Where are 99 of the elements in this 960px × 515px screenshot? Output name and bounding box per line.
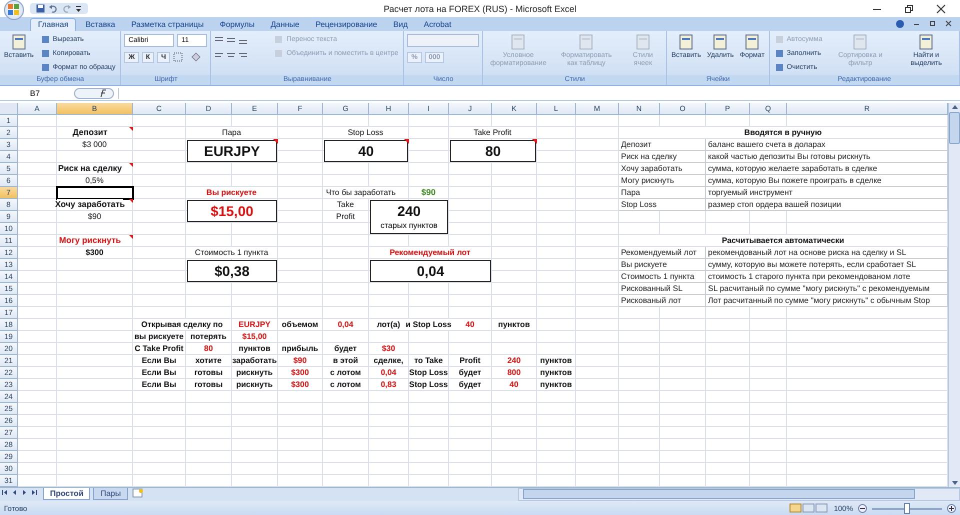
- summary-cell: 240: [507, 354, 521, 366]
- square-icon: [40, 49, 50, 58]
- table-cell: Стоимость 1 пункта: [619, 270, 706, 283]
- summary-cell: Открывая сделку по: [141, 318, 223, 330]
- document-icon: [510, 34, 526, 50]
- table-cell: Хочу заработать: [619, 162, 706, 175]
- ribbon-tab[interactable]: Данные: [264, 18, 306, 31]
- document-icon: [634, 34, 651, 50]
- ribbon-tab[interactable]: Вставка: [78, 18, 122, 31]
- ribbon-tab[interactable]: Формулы: [212, 18, 262, 31]
- table-cell: какой частью депозиты Вы готовы рискнуть: [706, 150, 948, 163]
- document-icon: [744, 34, 760, 50]
- table-cell: Лот расчитанный по сумме "могу рискнуть" с обычным Stop: [706, 294, 948, 307]
- document-icon: [712, 34, 728, 50]
- sheet-tab[interactable]: Пары: [93, 488, 128, 500]
- cell-label: Хочу заработать: [57, 198, 123, 210]
- table-cell: Могу рискнуть: [619, 174, 706, 187]
- table-cell: сумму, которую вы можете потерять, если сработает SL: [706, 258, 948, 271]
- summary-cell: $90: [293, 354, 307, 366]
- help-icon[interactable]: [896, 20, 904, 28]
- close-icon[interactable]: [936, 4, 946, 14]
- sheet-tab[interactable]: Простой: [43, 488, 90, 500]
- summary-cell: EURJPY: [238, 318, 270, 330]
- value-box[interactable]: 0,04: [370, 260, 491, 282]
- ribbon-tab[interactable]: Разметка страницы: [124, 18, 211, 31]
- table-cell: стоимость 1 старого пункта при рекомендованом лоте: [706, 270, 948, 283]
- value-box[interactable]: $0,38: [187, 260, 277, 282]
- value-box[interactable]: 40: [324, 140, 408, 162]
- square-icon: [774, 49, 784, 58]
- undo-icon[interactable]: [49, 4, 58, 13]
- slider-thumb[interactable]: [904, 502, 910, 514]
- summary-cell: заработать: [232, 354, 277, 366]
- table-cell: Рискованый лот: [619, 294, 706, 307]
- document-icon: [678, 34, 694, 50]
- summary-cell: $300: [291, 378, 309, 390]
- value-box[interactable]: $15,00: [187, 200, 277, 222]
- square-icon: [774, 63, 784, 72]
- value-box[interactable]: 240 старых пунктов: [370, 200, 448, 234]
- table-cell: сумма, которую Вы пожете проиграть в сделке: [706, 174, 948, 187]
- table-cell: Пара: [619, 186, 706, 199]
- scroll-thumb[interactable]: [949, 112, 960, 144]
- office-button[interactable]: [4, 0, 24, 20]
- square-icon: [774, 35, 784, 44]
- name-box[interactable]: B7: [0, 88, 70, 98]
- table-cell: сумма, которую желаете заработать в сделке: [706, 162, 948, 175]
- ribbon-tab[interactable]: Acrobat: [416, 18, 458, 31]
- new-sheet-icon[interactable]: [130, 488, 145, 498]
- ribbon-tab[interactable]: Главная: [30, 18, 76, 31]
- table-cell: Риск на сделку: [619, 150, 706, 163]
- view-buttons-icon[interactable]: [788, 503, 829, 514]
- document-icon: [852, 34, 868, 50]
- box-value: 240: [397, 203, 421, 220]
- table-cell: Депозит: [619, 138, 706, 151]
- close-icon[interactable]: [945, 20, 952, 28]
- table-cell: Рекомендуемый лот: [619, 246, 706, 259]
- vertical-scrollbar[interactable]: [948, 102, 960, 487]
- function-icon[interactable]: [74, 88, 114, 99]
- table-cell: баланс вашего счета в доларах: [706, 138, 948, 151]
- summary-cell: $300: [291, 366, 309, 378]
- horizontal-scrollbar[interactable]: [518, 488, 960, 501]
- summary-cell: Stop Loss: [409, 378, 448, 390]
- ribbon-tab[interactable]: Рецензирование: [308, 18, 384, 31]
- number-format-field[interactable]: [407, 34, 480, 47]
- scroll-thumb[interactable]: [523, 489, 915, 500]
- table-cell: Рискованный SL: [619, 282, 706, 295]
- summary-cell: 80: [204, 342, 213, 354]
- summary-cell: $15,00: [242, 330, 267, 342]
- summary-cell: будет: [334, 342, 357, 354]
- cell-label: Риск на сделку: [57, 162, 123, 174]
- zoom-out-icon[interactable]: [858, 504, 867, 513]
- customize-icon[interactable]: [75, 4, 82, 13]
- save-icon[interactable]: [36, 4, 45, 13]
- window-title: Расчет лота на FOREX (RUS) - Microsoft Excel: [382, 4, 578, 14]
- ribbon-tab[interactable]: Вид: [386, 18, 415, 31]
- zoom-in-icon[interactable]: [947, 504, 956, 513]
- table-cell: размер стоп ордера вашей позиции: [706, 198, 948, 211]
- square-icon: [40, 35, 50, 44]
- sheet-navigation-icon[interactable]: [0, 488, 40, 497]
- table-cell: SL расчитаный по сумме "могу рискнуть" с рекомендуемым: [706, 282, 948, 295]
- restore-icon[interactable]: [929, 20, 936, 28]
- document-icon: [918, 34, 934, 50]
- cell-label: Могу рискнуть: [57, 234, 123, 246]
- table-cell: рекомендованый лот на основе риска на сделку и SL: [706, 246, 948, 259]
- table-cell: Stop Loss: [619, 198, 706, 211]
- table-cell: Вы рискуете: [619, 258, 706, 271]
- summary-cell: то Take: [414, 354, 443, 366]
- value-box[interactable]: EURJPY: [187, 140, 277, 162]
- office-logo-icon: [7, 2, 21, 16]
- table-cell: торгуемый инструмент: [706, 186, 948, 199]
- restore-icon[interactable]: [904, 4, 914, 14]
- document-icon: [10, 34, 27, 50]
- square-icon: [40, 63, 50, 72]
- square-icon: [274, 49, 284, 58]
- summary-cell: Stop Loss: [409, 366, 448, 378]
- document-icon: [578, 34, 594, 50]
- box-unit: старых пунктов: [380, 221, 438, 230]
- summary-cell: 800: [507, 366, 521, 378]
- square-icon: [274, 35, 284, 44]
- value-box[interactable]: 80: [450, 140, 536, 162]
